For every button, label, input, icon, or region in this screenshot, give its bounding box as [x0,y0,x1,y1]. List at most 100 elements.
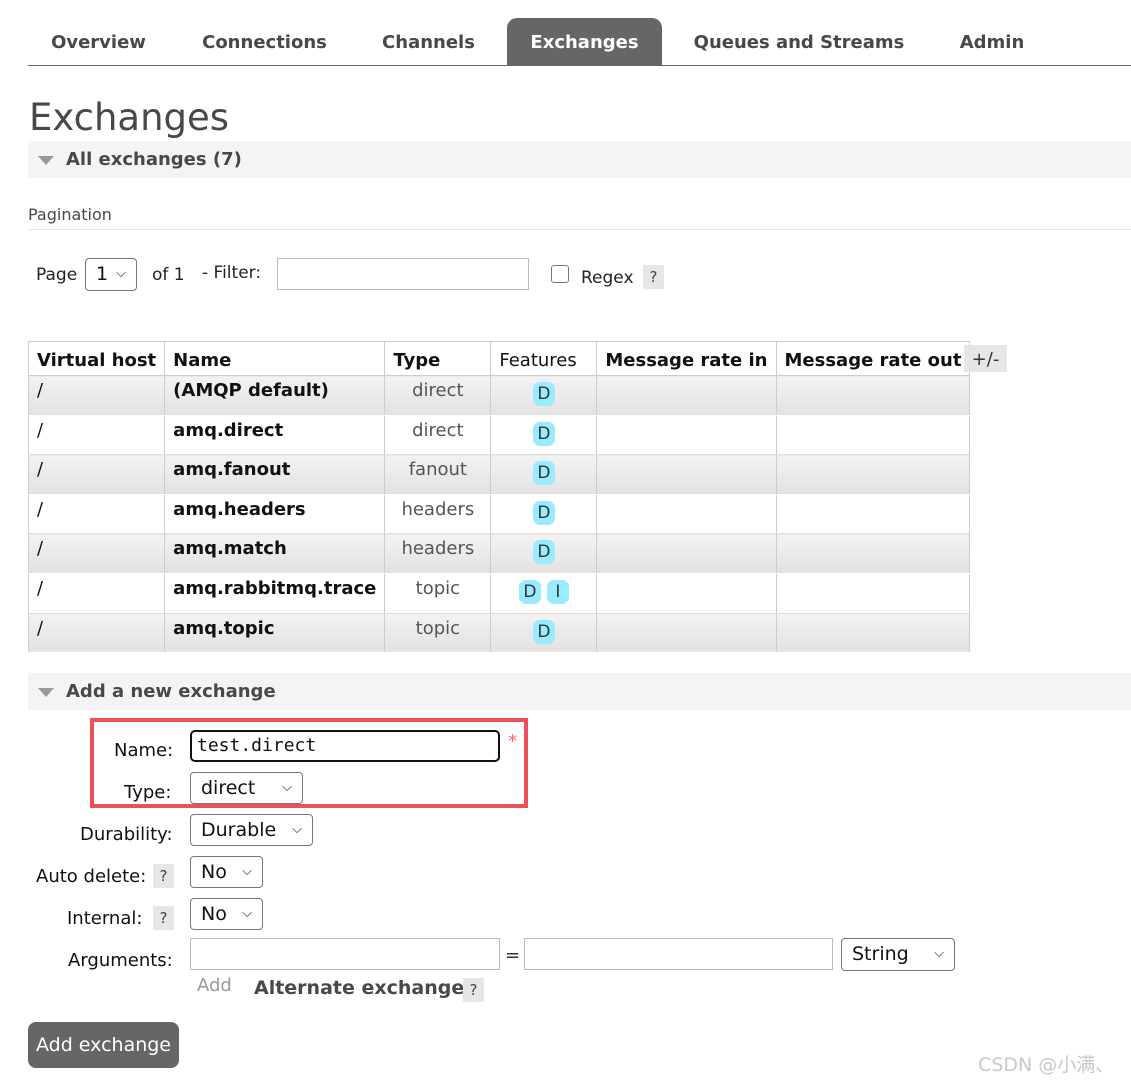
message-rate-in-cell [596,494,777,535]
auto-delete-value: No [201,861,227,883]
exchanges-table: Virtual host Name Type Features Message … [27,341,971,654]
exchange-name-link[interactable]: (AMQP default) [164,375,386,416]
features-cell: D [490,494,598,535]
required-marker: * [508,731,517,752]
tab-connections[interactable]: Connections [182,18,347,65]
argument-value-input[interactable] [524,938,833,970]
collapse-triangle-icon [38,688,54,697]
filter-label: - Filter: [202,263,262,283]
tab-overview[interactable]: Overview [28,18,169,65]
add-argument-link[interactable]: Add [197,975,232,996]
message-rate-out-cell [775,375,971,416]
page-label: Page [36,265,78,285]
column-header-virtual-host: Virtual host [27,341,166,376]
add-exchange-section-toggle[interactable]: Add a new exchange [28,673,1131,710]
column-header-features: Features [490,341,598,376]
internal-label: Internal: [67,908,143,929]
features-cell: D [490,415,598,456]
type-label: Type: [124,782,172,803]
tab-channels[interactable]: Channels [364,18,493,65]
page-select[interactable]: 1 ⌵ [85,258,137,291]
auto-delete-select[interactable]: No ⌵ [190,856,263,888]
feature-badge: D [532,461,555,486]
durability-select[interactable]: Durable ⌵ [190,814,313,846]
message-rate-in-cell [596,573,777,614]
column-toggle-button[interactable]: +/- [964,345,1007,372]
alternate-exchange-help-icon[interactable]: ? [463,978,484,1002]
exchange-type-select[interactable]: direct ⌵ [190,772,303,804]
type-cell: topic [384,613,492,654]
vhost-cell: / [27,613,166,654]
main-nav: Overview Connections Channels Exchanges … [28,18,1131,66]
feature-badge: D [532,619,555,644]
feature-badge: D [532,382,555,406]
vhost-cell: / [27,415,166,456]
type-cell: direct [384,375,492,416]
chevron-down-icon: ⌵ [934,946,944,961]
message-rate-in-cell [596,415,777,456]
features-cell: D [490,613,598,654]
feature-badge: I [546,579,569,604]
message-rate-out-cell [775,454,971,495]
table-row: / (AMQP default) direct D [27,375,971,416]
chevron-down-icon: ⌵ [242,864,252,879]
add-exchange-button[interactable]: Add exchange [28,1022,179,1068]
regex-checkbox[interactable] [551,265,569,283]
exchange-name-input[interactable]: test.direct [190,730,500,762]
filter-input[interactable] [277,258,529,290]
chevron-down-icon: ⌵ [282,780,292,795]
chevron-down-icon: ⌵ [242,906,252,921]
chevron-down-icon: ⌵ [116,266,126,281]
internal-help-icon[interactable]: ? [153,906,174,930]
exchange-name-link[interactable]: amq.direct [164,415,386,456]
alternate-exchange-link[interactable]: Alternate exchange [254,977,464,999]
table-row: / amq.fanout fanout D [27,454,971,495]
page-select-value: 1 [96,263,109,285]
table-header-row: Virtual host Name Type Features Message … [27,341,971,376]
message-rate-in-cell [596,533,777,574]
column-header-name[interactable]: Name [164,341,386,376]
feature-badge: D [532,421,555,446]
tab-admin[interactable]: Admin [940,18,1044,65]
durability-label: Durability: [80,824,173,845]
features-cell: D [490,454,598,495]
tab-queues-and-streams[interactable]: Queues and Streams [683,18,915,65]
table-row: / amq.topic topic D [27,613,971,654]
table-row: / amq.rabbitmq.trace topic D I [27,573,971,614]
message-rate-in-cell [596,613,777,654]
pagination-divider [28,229,1131,230]
message-rate-out-cell [775,573,971,614]
message-rate-in-cell [596,454,777,495]
page-title: Exchanges [29,96,230,139]
column-header-type[interactable]: Type [384,341,492,376]
chevron-down-icon: ⌵ [292,822,302,837]
vhost-cell: / [27,375,166,416]
argument-type-value: String [852,943,909,965]
type-cell: fanout [384,454,492,495]
exchange-name-link[interactable]: amq.rabbitmq.trace [164,573,386,614]
exchange-name-link[interactable]: amq.headers [164,494,386,535]
internal-select[interactable]: No ⌵ [190,898,263,930]
regex-help-icon[interactable]: ? [643,265,664,289]
type-cell: headers [384,494,492,535]
column-header-message-rate-in: Message rate in [596,341,777,376]
exchange-name-link[interactable]: amq.topic [164,613,386,654]
exchange-name-link[interactable]: amq.fanout [164,454,386,495]
argument-key-input[interactable] [190,938,500,970]
add-exchange-heading: Add a new exchange [66,681,276,702]
tab-exchanges[interactable]: Exchanges [507,18,662,65]
page-of-label: of 1 [152,265,185,285]
durability-value: Durable [201,819,277,841]
regex-label: Regex [581,268,634,288]
vhost-cell: / [27,494,166,535]
vhost-cell: / [27,573,166,614]
collapse-triangle-icon [38,156,54,165]
all-exchanges-section-toggle[interactable]: All exchanges (7) [28,141,1131,178]
argument-type-select[interactable]: String ⌵ [841,938,955,971]
internal-value: No [201,903,227,925]
table-row: / amq.match headers D [27,533,971,574]
auto-delete-help-icon[interactable]: ? [153,864,174,888]
exchange-name-link[interactable]: amq.match [164,533,386,574]
name-label: Name: [114,740,174,761]
table-row: / amq.direct direct D [27,415,971,456]
